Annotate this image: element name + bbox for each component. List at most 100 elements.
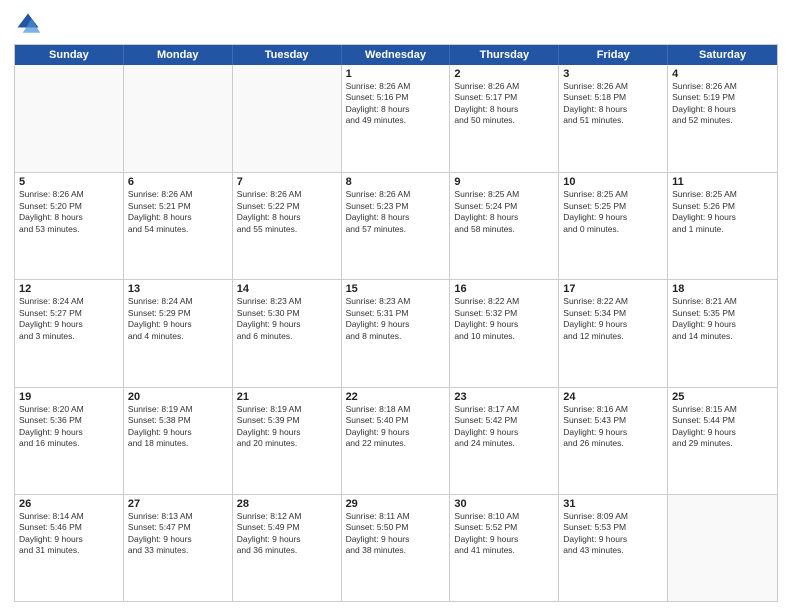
calendar-day-4: 4Sunrise: 8:26 AM Sunset: 5:19 PM Daylig… [668, 65, 777, 172]
day-number: 29 [346, 498, 446, 510]
calendar-row-4: 19Sunrise: 8:20 AM Sunset: 5:36 PM Dayli… [15, 387, 777, 494]
day-number: 25 [672, 391, 773, 403]
calendar-day-25: 25Sunrise: 8:15 AM Sunset: 5:44 PM Dayli… [668, 388, 777, 494]
day-detail: Sunrise: 8:25 AM Sunset: 5:24 PM Dayligh… [454, 189, 554, 235]
day-number: 2 [454, 68, 554, 80]
calendar-row-3: 12Sunrise: 8:24 AM Sunset: 5:27 PM Dayli… [15, 279, 777, 386]
calendar-day-29: 29Sunrise: 8:11 AM Sunset: 5:50 PM Dayli… [342, 495, 451, 601]
day-detail: Sunrise: 8:16 AM Sunset: 5:43 PM Dayligh… [563, 404, 663, 450]
day-detail: Sunrise: 8:26 AM Sunset: 5:18 PM Dayligh… [563, 81, 663, 127]
day-detail: Sunrise: 8:21 AM Sunset: 5:35 PM Dayligh… [672, 296, 773, 342]
day-number: 7 [237, 176, 337, 188]
day-detail: Sunrise: 8:17 AM Sunset: 5:42 PM Dayligh… [454, 404, 554, 450]
day-number: 21 [237, 391, 337, 403]
calendar-body: 1Sunrise: 8:26 AM Sunset: 5:16 PM Daylig… [15, 65, 777, 601]
logo-icon [14, 10, 42, 38]
calendar-day-13: 13Sunrise: 8:24 AM Sunset: 5:29 PM Dayli… [124, 280, 233, 386]
day-detail: Sunrise: 8:13 AM Sunset: 5:47 PM Dayligh… [128, 511, 228, 557]
calendar-day-6: 6Sunrise: 8:26 AM Sunset: 5:21 PM Daylig… [124, 173, 233, 279]
calendar-row-1: 1Sunrise: 8:26 AM Sunset: 5:16 PM Daylig… [15, 65, 777, 172]
header-day-sunday: Sunday [15, 45, 124, 65]
day-detail: Sunrise: 8:26 AM Sunset: 5:23 PM Dayligh… [346, 189, 446, 235]
day-detail: Sunrise: 8:14 AM Sunset: 5:46 PM Dayligh… [19, 511, 119, 557]
logo [14, 10, 46, 38]
calendar-day-3: 3Sunrise: 8:26 AM Sunset: 5:18 PM Daylig… [559, 65, 668, 172]
day-number: 22 [346, 391, 446, 403]
day-number: 30 [454, 498, 554, 510]
day-number: 18 [672, 283, 773, 295]
calendar-day-19: 19Sunrise: 8:20 AM Sunset: 5:36 PM Dayli… [15, 388, 124, 494]
day-detail: Sunrise: 8:24 AM Sunset: 5:29 PM Dayligh… [128, 296, 228, 342]
day-number: 26 [19, 498, 119, 510]
calendar-day-16: 16Sunrise: 8:22 AM Sunset: 5:32 PM Dayli… [450, 280, 559, 386]
day-detail: Sunrise: 8:12 AM Sunset: 5:49 PM Dayligh… [237, 511, 337, 557]
day-number: 3 [563, 68, 663, 80]
day-number: 1 [346, 68, 446, 80]
day-number: 10 [563, 176, 663, 188]
day-detail: Sunrise: 8:26 AM Sunset: 5:22 PM Dayligh… [237, 189, 337, 235]
day-detail: Sunrise: 8:25 AM Sunset: 5:25 PM Dayligh… [563, 189, 663, 235]
day-detail: Sunrise: 8:26 AM Sunset: 5:21 PM Dayligh… [128, 189, 228, 235]
calendar-empty-cell [15, 65, 124, 172]
calendar-day-9: 9Sunrise: 8:25 AM Sunset: 5:24 PM Daylig… [450, 173, 559, 279]
header-day-saturday: Saturday [668, 45, 777, 65]
calendar-day-5: 5Sunrise: 8:26 AM Sunset: 5:20 PM Daylig… [15, 173, 124, 279]
calendar-day-2: 2Sunrise: 8:26 AM Sunset: 5:17 PM Daylig… [450, 65, 559, 172]
calendar-day-20: 20Sunrise: 8:19 AM Sunset: 5:38 PM Dayli… [124, 388, 233, 494]
calendar-day-1: 1Sunrise: 8:26 AM Sunset: 5:16 PM Daylig… [342, 65, 451, 172]
day-number: 15 [346, 283, 446, 295]
header-day-friday: Friday [559, 45, 668, 65]
calendar-day-7: 7Sunrise: 8:26 AM Sunset: 5:22 PM Daylig… [233, 173, 342, 279]
day-number: 27 [128, 498, 228, 510]
day-detail: Sunrise: 8:26 AM Sunset: 5:20 PM Dayligh… [19, 189, 119, 235]
day-number: 24 [563, 391, 663, 403]
day-detail: Sunrise: 8:09 AM Sunset: 5:53 PM Dayligh… [563, 511, 663, 557]
day-number: 14 [237, 283, 337, 295]
day-number: 19 [19, 391, 119, 403]
calendar-day-12: 12Sunrise: 8:24 AM Sunset: 5:27 PM Dayli… [15, 280, 124, 386]
day-detail: Sunrise: 8:10 AM Sunset: 5:52 PM Dayligh… [454, 511, 554, 557]
calendar-empty-cell [233, 65, 342, 172]
calendar-day-30: 30Sunrise: 8:10 AM Sunset: 5:52 PM Dayli… [450, 495, 559, 601]
calendar-day-8: 8Sunrise: 8:26 AM Sunset: 5:23 PM Daylig… [342, 173, 451, 279]
calendar-day-28: 28Sunrise: 8:12 AM Sunset: 5:49 PM Dayli… [233, 495, 342, 601]
day-number: 31 [563, 498, 663, 510]
day-detail: Sunrise: 8:25 AM Sunset: 5:26 PM Dayligh… [672, 189, 773, 235]
calendar-day-14: 14Sunrise: 8:23 AM Sunset: 5:30 PM Dayli… [233, 280, 342, 386]
header-day-monday: Monday [124, 45, 233, 65]
calendar-day-22: 22Sunrise: 8:18 AM Sunset: 5:40 PM Dayli… [342, 388, 451, 494]
calendar-day-11: 11Sunrise: 8:25 AM Sunset: 5:26 PM Dayli… [668, 173, 777, 279]
calendar-day-24: 24Sunrise: 8:16 AM Sunset: 5:43 PM Dayli… [559, 388, 668, 494]
day-number: 11 [672, 176, 773, 188]
page-header [14, 10, 778, 38]
day-detail: Sunrise: 8:26 AM Sunset: 5:19 PM Dayligh… [672, 81, 773, 127]
calendar: SundayMondayTuesdayWednesdayThursdayFrid… [14, 44, 778, 602]
header-day-tuesday: Tuesday [233, 45, 342, 65]
day-number: 8 [346, 176, 446, 188]
header-day-thursday: Thursday [450, 45, 559, 65]
calendar-day-18: 18Sunrise: 8:21 AM Sunset: 5:35 PM Dayli… [668, 280, 777, 386]
calendar-day-10: 10Sunrise: 8:25 AM Sunset: 5:25 PM Dayli… [559, 173, 668, 279]
calendar-header: SundayMondayTuesdayWednesdayThursdayFrid… [15, 45, 777, 65]
day-detail: Sunrise: 8:11 AM Sunset: 5:50 PM Dayligh… [346, 511, 446, 557]
day-number: 17 [563, 283, 663, 295]
calendar-day-17: 17Sunrise: 8:22 AM Sunset: 5:34 PM Dayli… [559, 280, 668, 386]
day-number: 13 [128, 283, 228, 295]
day-detail: Sunrise: 8:19 AM Sunset: 5:38 PM Dayligh… [128, 404, 228, 450]
day-number: 16 [454, 283, 554, 295]
day-detail: Sunrise: 8:26 AM Sunset: 5:17 PM Dayligh… [454, 81, 554, 127]
day-detail: Sunrise: 8:22 AM Sunset: 5:34 PM Dayligh… [563, 296, 663, 342]
calendar-empty-cell [124, 65, 233, 172]
calendar-day-31: 31Sunrise: 8:09 AM Sunset: 5:53 PM Dayli… [559, 495, 668, 601]
day-detail: Sunrise: 8:23 AM Sunset: 5:30 PM Dayligh… [237, 296, 337, 342]
day-number: 12 [19, 283, 119, 295]
day-detail: Sunrise: 8:15 AM Sunset: 5:44 PM Dayligh… [672, 404, 773, 450]
calendar-empty-cell [668, 495, 777, 601]
header-day-wednesday: Wednesday [342, 45, 451, 65]
calendar-day-21: 21Sunrise: 8:19 AM Sunset: 5:39 PM Dayli… [233, 388, 342, 494]
day-number: 5 [19, 176, 119, 188]
day-detail: Sunrise: 8:24 AM Sunset: 5:27 PM Dayligh… [19, 296, 119, 342]
day-number: 28 [237, 498, 337, 510]
day-number: 23 [454, 391, 554, 403]
day-number: 9 [454, 176, 554, 188]
